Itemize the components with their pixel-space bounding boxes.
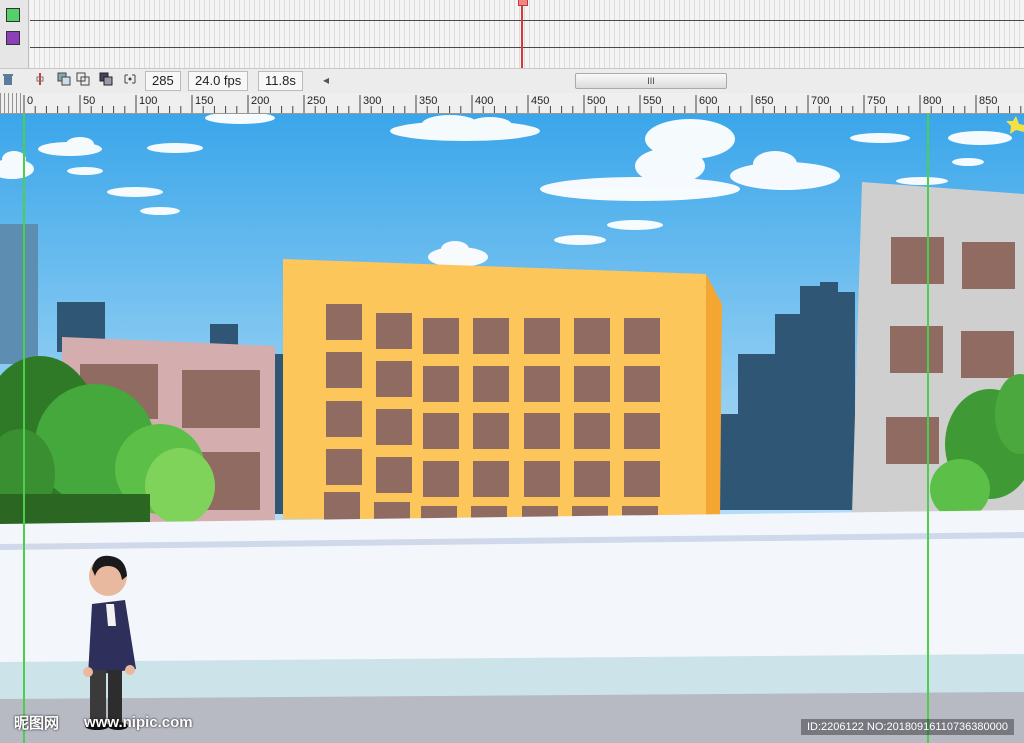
watermark-logo-text: 昵图网 bbox=[14, 715, 60, 732]
stage-guide-left[interactable] bbox=[23, 114, 25, 743]
layer-track-line bbox=[30, 20, 1024, 21]
boundary-wall bbox=[0, 510, 1024, 662]
ruler-ticks bbox=[23, 95, 1022, 113]
onion-skin-outlines-icon[interactable] bbox=[75, 72, 91, 88]
timeline-controls: 285 24.0 fps 11.8s ◂ III bbox=[0, 68, 1024, 94]
playhead[interactable] bbox=[521, 0, 523, 68]
stage-ruler: 0 50 100 150 200 250 300 350 400 450 500… bbox=[0, 93, 1024, 114]
scene-artwork bbox=[0, 114, 1024, 743]
modify-markers-icon[interactable] bbox=[122, 72, 138, 88]
timeline-panel bbox=[0, 0, 1024, 68]
frame-rate-field[interactable]: 24.0 fps bbox=[188, 71, 249, 91]
playhead-handle[interactable] bbox=[518, 0, 528, 6]
onion-skin-icon[interactable] bbox=[56, 72, 72, 88]
layer-color-swatch-1[interactable] bbox=[6, 8, 20, 22]
horizontal-scrollbar-thumb[interactable]: III bbox=[575, 73, 727, 89]
current-frame-field[interactable]: 285 bbox=[145, 71, 181, 91]
trash-icon[interactable] bbox=[0, 72, 16, 88]
edit-multiple-frames-icon[interactable] bbox=[98, 72, 114, 88]
far-left-building bbox=[0, 224, 38, 364]
elapsed-time-field: 11.8s bbox=[258, 71, 303, 91]
stage-canvas[interactable]: 昵图网 www.nipic.com ID:2206122 NO:20180916… bbox=[0, 114, 1024, 743]
stage-guide-right[interactable] bbox=[927, 114, 929, 743]
watermark-id: ID:2206122 NO:20180916110736380000 bbox=[800, 719, 1014, 735]
center-frame-icon[interactable] bbox=[32, 72, 48, 88]
sun-star bbox=[1006, 116, 1024, 134]
layer-track-line bbox=[30, 47, 1024, 48]
scroll-left-arrow[interactable]: ◂ bbox=[318, 72, 334, 88]
frame-grid[interactable] bbox=[30, 0, 1024, 68]
layer-column bbox=[0, 0, 29, 68]
layer-color-swatch-2[interactable] bbox=[6, 31, 20, 45]
watermark-site: www.nipic.com bbox=[84, 714, 193, 731]
yellow-building bbox=[283, 259, 722, 520]
